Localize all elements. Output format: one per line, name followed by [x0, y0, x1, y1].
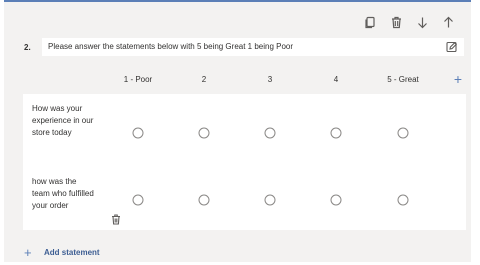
- radio-option[interactable]: [397, 127, 409, 139]
- copy-button[interactable]: [357, 12, 383, 32]
- statement-row: How was your experience in our store tod…: [23, 94, 466, 168]
- radio-option[interactable]: [198, 127, 210, 139]
- likert-header: 1 - Poor 2 3 4 5 - Great +: [23, 66, 466, 94]
- column-header-2: 2: [201, 75, 207, 84]
- radio-option[interactable]: [330, 127, 342, 139]
- add-statement-label: Add statement: [44, 248, 100, 257]
- arrow-up-icon: [443, 16, 453, 27]
- statement-row: how was the team who fulfilled your orde…: [23, 168, 466, 230]
- move-down-button[interactable]: [409, 12, 435, 32]
- add-column-button[interactable]: +: [454, 72, 462, 86]
- question-row: 2. Please answer the statements below wi…: [16, 37, 464, 57]
- arrow-down-icon: [417, 17, 427, 28]
- column-header-3: 3: [267, 75, 273, 84]
- column-header-1: 1 - Poor: [123, 75, 153, 84]
- radio-option[interactable]: [132, 194, 144, 206]
- copy-icon: [364, 16, 375, 28]
- radio-option[interactable]: [330, 194, 342, 206]
- statement-label: How was your experience in our store tod…: [32, 104, 94, 137]
- question-text-field[interactable]: Please answer the statements below with …: [42, 38, 464, 56]
- radio-option[interactable]: [264, 194, 276, 206]
- plus-icon: +: [24, 245, 32, 260]
- radio-option[interactable]: [264, 127, 276, 139]
- move-up-button[interactable]: [435, 12, 461, 32]
- likert-grid: 1 - Poor 2 3 4 5 - Great + How was your …: [23, 66, 466, 230]
- column-header-5: 5 - Great: [387, 75, 419, 84]
- radio-option[interactable]: [198, 194, 210, 206]
- question-number: 2.: [24, 42, 31, 52]
- radio-option[interactable]: [132, 127, 144, 139]
- edit-icon[interactable]: [446, 40, 458, 53]
- question-text: Please answer the statements below with …: [48, 42, 294, 51]
- question-card: 2. Please answer the statements below wi…: [4, 0, 471, 262]
- delete-statement-button[interactable]: [111, 212, 121, 225]
- trash-icon: [391, 16, 401, 28]
- question-toolbar: [357, 12, 461, 32]
- add-statement-button[interactable]: + Add statement: [24, 246, 100, 259]
- trash-icon: [112, 214, 120, 225]
- radio-option[interactable]: [397, 194, 409, 206]
- statement-label: how was the team who fulfilled your orde…: [32, 177, 94, 210]
- column-header-4: 4: [333, 75, 339, 84]
- delete-question-button[interactable]: [383, 12, 409, 32]
